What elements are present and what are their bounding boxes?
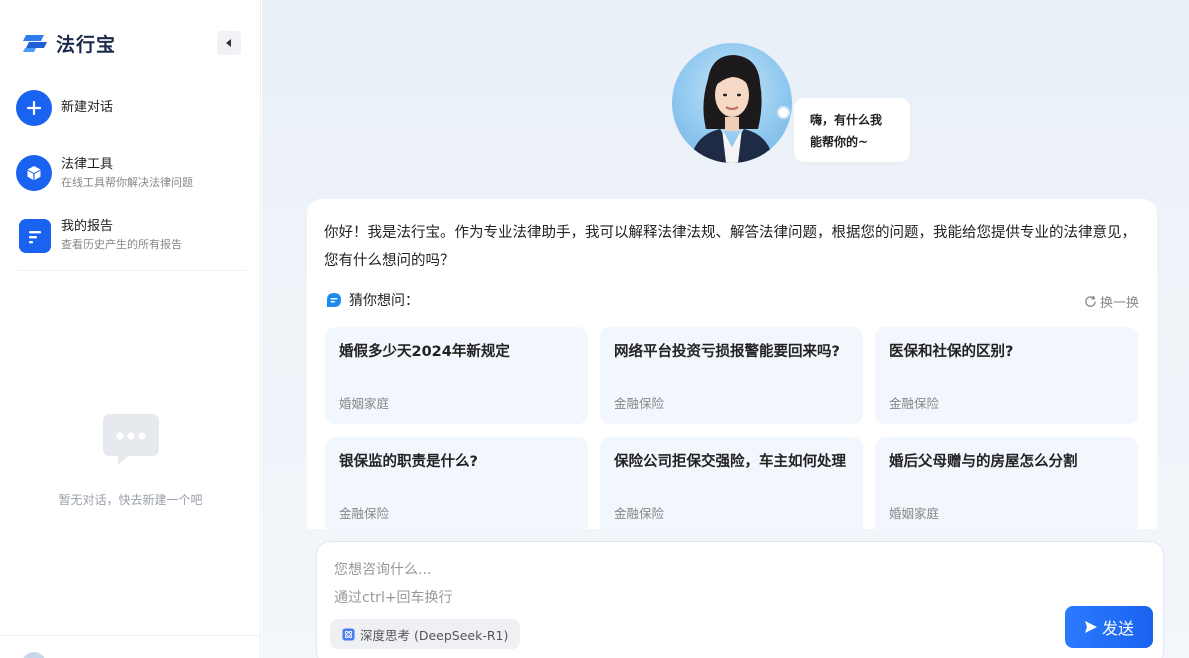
question-category: 婚姻家庭 <box>889 506 940 521</box>
question-category: 金融保险 <box>889 396 940 411</box>
refresh-icon <box>1085 295 1096 307</box>
assistant-avatar <box>672 43 792 163</box>
welcome-card: 你好！我是法行宝。作为专业法律助手，我可以解释法律法规、解答法律问题，根据您的问… <box>307 199 1157 534</box>
main-panel: 嗨，有什么我 能帮你的~ 你好！我是法行宝。作为专业法律助手，我可以解释法律法规… <box>262 0 1189 658</box>
suggest-heading-label: 猜你想问： <box>349 293 419 309</box>
composer: 深度思考 (DeepSeek-R1) 发送 <box>316 541 1164 658</box>
cube-icon <box>16 155 52 191</box>
question-category: 金融保险 <box>614 396 665 411</box>
chat-bubble-icon <box>102 414 159 465</box>
chat-icon <box>327 293 341 307</box>
caret-left-icon <box>226 39 231 47</box>
new-chat-button[interactable]: 新建对话 <box>16 90 113 126</box>
question-category: 金融保险 <box>339 506 390 521</box>
greeting-line: 能帮你的~ <box>810 135 869 149</box>
question-title: 医保和社保的区别? <box>889 344 1014 360</box>
refresh-suggestions-button[interactable]: 换一换 <box>1084 292 1139 311</box>
avatar-status-dot <box>777 106 790 119</box>
sidebar-item-subtitle: 查看历史产生的所有报告 <box>61 238 182 251</box>
sidebar-item-label: 我的报告 <box>61 219 114 234</box>
new-chat-label: 新建对话 <box>61 100 114 115</box>
empty-text: 暂无对话，快去新建一个吧 <box>58 493 203 507</box>
divider <box>0 635 261 636</box>
empty-state: 暂无对话，快去新建一个吧 <box>0 413 261 508</box>
question-category: 婚姻家庭 <box>339 396 390 411</box>
question-title: 银保监的职责是什么? <box>339 454 478 470</box>
assistant-portrait <box>690 55 774 163</box>
deep-think-label: 深度思考 (DeepSeek-R1) <box>360 627 509 643</box>
sidebar-item-label: 法律工具 <box>61 156 114 172</box>
plus-icon <box>16 90 52 126</box>
greeting-line: 嗨，有什么我 <box>810 113 883 127</box>
question-title: 保险公司拒保交强险，车主如何处理 <box>614 454 846 470</box>
suggested-question-card[interactable]: 银保监的职责是什么? 金融保险 <box>325 437 588 534</box>
suggested-question-card[interactable]: 网络平台投资亏损报警能要回来吗? 金融保险 <box>600 327 863 424</box>
suggest-heading: 猜你想问： <box>326 290 419 310</box>
logo-icon <box>23 35 47 52</box>
refresh-label: 换一换 <box>1099 296 1139 311</box>
intro-text: 你好！我是法行宝。作为专业法律助手，我可以解释法律法规、解答法律问题，根据您的问… <box>324 225 1136 269</box>
suggested-question-card[interactable]: 医保和社保的区别? 金融保险 <box>875 327 1138 424</box>
document-icon <box>19 218 51 253</box>
question-title: 婚假多少天2024年新规定 <box>339 344 510 360</box>
message-input[interactable] <box>334 556 934 612</box>
user-avatar[interactable] <box>22 652 46 658</box>
app-name: 法行宝 <box>56 33 117 56</box>
sidebar-item-subtitle: 在线工具帮你解决法律问题 <box>61 175 193 189</box>
question-title: 网络平台投资亏损报警能要回来吗? <box>614 344 840 360</box>
question-title: 婚后父母赠与的房屋怎么分割 <box>889 454 1078 470</box>
deep-think-toggle[interactable]: 深度思考 (DeepSeek-R1) <box>330 619 521 649</box>
suggested-question-card[interactable]: 婚假多少天2024年新规定 婚姻家庭 <box>325 327 588 424</box>
sidebar-item-legal-tools[interactable]: 法律工具 在线工具帮你解决法律问题 <box>16 155 193 191</box>
brand[interactable]: 法行宝 <box>22 30 116 56</box>
divider <box>18 270 246 271</box>
atom-icon <box>342 627 355 641</box>
question-category: 金融保险 <box>614 506 665 521</box>
send-button[interactable]: 发送 <box>1065 606 1153 648</box>
sidebar: 法行宝 新建对话 法律工具 在线工具帮你解决法律问题 我的报告 查看历史产生的所… <box>0 0 261 658</box>
suggested-question-card[interactable]: 婚后父母赠与的房屋怎么分割 婚姻家庭 <box>875 437 1138 534</box>
sidebar-item-my-reports[interactable]: 我的报告 查看历史产生的所有报告 <box>16 218 182 253</box>
greeting-bubble: 嗨，有什么我 能帮你的~ <box>794 98 910 162</box>
suggested-question-card[interactable]: 保险公司拒保交强险，车主如何处理 金融保险 <box>600 437 863 534</box>
send-icon <box>1084 621 1097 633</box>
send-label: 发送 <box>1101 619 1134 638</box>
collapse-sidebar-button[interactable] <box>217 31 241 55</box>
